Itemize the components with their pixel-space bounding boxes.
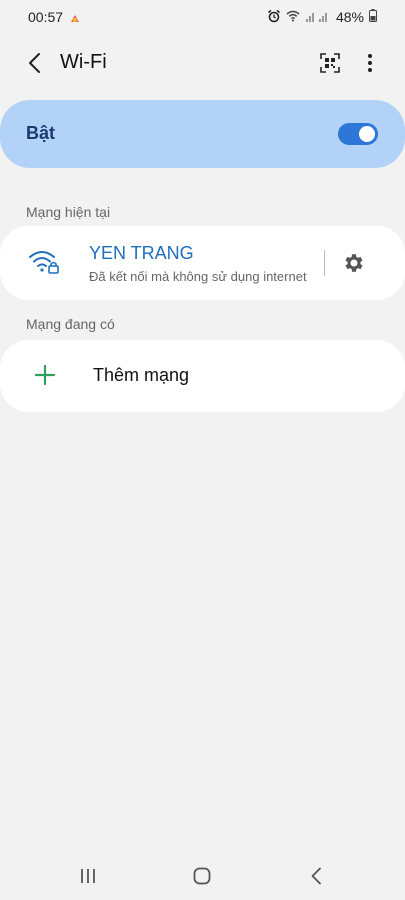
navigation-bar bbox=[0, 852, 405, 900]
notification-icon bbox=[69, 12, 80, 22]
plus-icon bbox=[34, 364, 56, 386]
recent-apps-icon bbox=[81, 869, 95, 883]
current-network-header: Mạng hiện tại bbox=[26, 204, 111, 220]
qr-scan-button[interactable] bbox=[316, 49, 344, 77]
battery-text: 48% bbox=[335, 9, 364, 25]
status-bar: 00:57 48% bbox=[0, 0, 405, 34]
page-title: Wi-Fi bbox=[60, 51, 107, 73]
wifi-lock-icon bbox=[28, 248, 60, 278]
app-bar: Wi-Fi bbox=[0, 40, 405, 86]
wifi-switch[interactable] bbox=[338, 123, 378, 145]
network-name: YEN TRANG bbox=[89, 243, 194, 263]
more-vert-icon bbox=[368, 54, 372, 72]
wifi-toggle-label: Bật bbox=[26, 123, 56, 143]
back-icon bbox=[311, 867, 321, 885]
status-time: 00:57 bbox=[28, 9, 64, 25]
recent-apps-button[interactable] bbox=[68, 862, 108, 890]
add-network-card[interactable]: Thêm mạng bbox=[0, 340, 405, 412]
add-network-label: Thêm mạng bbox=[93, 365, 190, 385]
gear-icon bbox=[345, 254, 363, 272]
status-left: 00:57 bbox=[28, 9, 80, 25]
network-status: Đã kết nối mà không sử dụng internet bbox=[89, 269, 307, 284]
battery-icon bbox=[369, 9, 377, 25]
alarm-icon bbox=[267, 9, 281, 26]
back-arrow-icon bbox=[29, 53, 40, 73]
divider bbox=[324, 250, 325, 276]
qr-scan-icon bbox=[320, 53, 340, 73]
home-icon bbox=[193, 867, 211, 885]
home-button[interactable] bbox=[182, 862, 222, 890]
wifi-signal-icon bbox=[286, 9, 300, 25]
network-settings-button[interactable] bbox=[338, 249, 370, 277]
wifi-toggle-card[interactable]: Bật bbox=[0, 100, 405, 168]
nav-back-button[interactable] bbox=[296, 862, 336, 890]
available-networks-header: Mạng đang có bbox=[26, 316, 115, 332]
switch-knob bbox=[359, 126, 375, 142]
back-button[interactable] bbox=[20, 48, 48, 78]
current-network-card[interactable]: YEN TRANG Đã kết nối mà không sử dụng in… bbox=[0, 226, 405, 300]
status-right: 48% bbox=[267, 9, 377, 26]
cell-signal-icon bbox=[305, 9, 331, 25]
more-options-button[interactable] bbox=[358, 49, 382, 77]
